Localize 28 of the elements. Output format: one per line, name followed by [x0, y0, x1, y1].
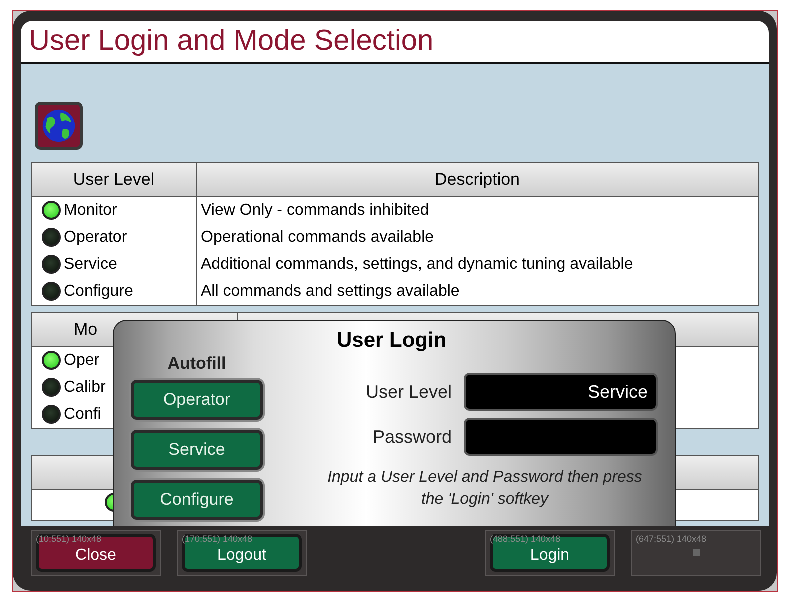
level-name: Configure — [64, 282, 134, 301]
square-icon — [692, 549, 700, 556]
autofill-button[interactable]: Configure — [131, 480, 263, 520]
level-name: Monitor — [64, 202, 118, 220]
input-field[interactable] — [466, 420, 656, 454]
dialog-title: User Login — [337, 329, 447, 354]
level-description: Additional commands, settings, and dynamic tuning available — [201, 256, 634, 273]
level-description: All commands and settings available — [201, 282, 460, 300]
level-name: Operator — [64, 228, 128, 247]
level-description: Operational commands available — [201, 228, 434, 246]
autofill-label: Autofill — [168, 354, 226, 374]
mode-name: Oper — [64, 352, 100, 370]
window-title: User Login and Mode Selection — [29, 25, 434, 58]
globe-icon[interactable] — [35, 102, 83, 150]
hint-text: Input a User Level and Password then press the 'Login' softkey — [326, 468, 644, 510]
column-header: Description — [434, 170, 520, 189]
field-label: User Level — [364, 382, 452, 403]
column-header: User Level — [73, 170, 155, 189]
autofill-button[interactable]: Service — [131, 430, 263, 470]
field-label: Password — [372, 426, 452, 448]
mode-name: Confi — [64, 406, 102, 424]
mode-name: Calibr — [64, 378, 106, 397]
slot-caption: (647;551) 140x48 — [636, 534, 707, 544]
input-field[interactable]: Service — [466, 375, 656, 410]
column-header: Mo — [74, 320, 98, 339]
level-description: View Only - commands inhibited — [201, 202, 430, 219]
autofill-button[interactable]: Operator — [131, 380, 263, 420]
level-name: Service — [64, 256, 118, 274]
